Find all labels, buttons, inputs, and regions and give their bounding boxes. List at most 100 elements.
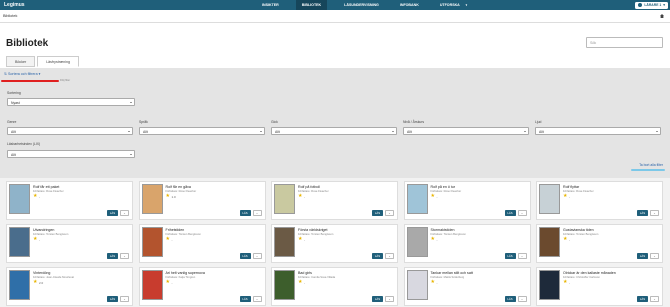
book-cover[interactable] — [406, 270, 428, 300]
book-card[interactable]: Vinterdöng Författare: Jean-Claude Mourle… — [6, 267, 133, 306]
more-options-button[interactable]: ⌄ — [517, 253, 527, 259]
book-cover[interactable] — [539, 184, 560, 214]
book-title[interactable]: Tankar mellan stilt och satt — [431, 271, 473, 275]
sort-filter-toggle[interactable]: ⇅ Sortera och filtrera ▾ — [4, 72, 40, 76]
read-button[interactable]: LÄS — [504, 296, 516, 302]
book-cover[interactable] — [9, 227, 30, 257]
book-title[interactable]: Utvandringen — [33, 228, 54, 232]
read-button[interactable]: LÄS — [637, 210, 648, 216]
more-options-button[interactable]: ⌄ — [385, 210, 394, 216]
book-title[interactable]: Rolf får en gåva — [166, 185, 191, 189]
nav-item-bibliotek[interactable]: BIBLIOTEK — [295, 0, 328, 10]
more-options-button[interactable]: ⌄ — [252, 253, 262, 259]
read-button[interactable]: LÄS — [372, 296, 383, 302]
more-options-button[interactable]: ⌄ — [650, 210, 659, 216]
more-options-button[interactable]: ⌄ — [385, 253, 394, 259]
filter-select[interactable]: Allt — [139, 127, 265, 135]
book-cover[interactable] — [274, 184, 295, 214]
more-options-button[interactable]: ⌄ — [385, 296, 394, 302]
user-menu-button[interactable]: LÄRARE 1 ▾ — [635, 1, 668, 9]
book-card[interactable]: Rolf på fotboll Författare: Rose Fleacher… — [271, 181, 398, 220]
book-card[interactable]: Bad girls Författare: Camila Sosa Villada… — [271, 267, 398, 306]
read-button[interactable]: LÄS — [107, 253, 118, 259]
book-card[interactable]: Gustavianska tiden Författare: Torsten Be… — [536, 224, 663, 263]
read-button[interactable]: LÄS — [372, 253, 383, 259]
book-title[interactable]: Rolf på en ö tur — [431, 185, 456, 189]
nav-item-insikter[interactable]: INSIKTER — [258, 0, 283, 10]
book-card[interactable]: Rolf får en gåva Författare: Rose Fleache… — [138, 181, 266, 220]
top-navigation-bar: Legimus INSIKTER BIBLIOTEK LÄSUNDERVISNING… — [0, 0, 670, 10]
more-options-button[interactable]: ⌄ — [650, 253, 659, 259]
book-cover[interactable] — [141, 184, 163, 214]
book-title[interactable]: Rolf får ett paket — [33, 185, 59, 189]
read-button[interactable]: LÄS — [107, 210, 118, 216]
read-button[interactable]: LÄS — [239, 210, 251, 216]
read-button[interactable]: LÄS — [504, 210, 516, 216]
book-card[interactable]: Rolf flyttar Författare: Rose Fleacher ★ - L… — [536, 181, 663, 220]
book-title[interactable]: Ari helt vanlig supernova — [166, 271, 205, 275]
book-card[interactable]: Frihetstiden Författare: Torsten Bengtsso… — [138, 224, 266, 263]
book-title[interactable]: Rolf flyttar — [563, 185, 579, 189]
book-cover[interactable] — [274, 270, 295, 300]
book-cover[interactable] — [539, 227, 560, 257]
book-cover[interactable] — [539, 270, 560, 300]
book-card[interactable]: Olrickar är den kallaste månaden Författa… — [536, 267, 663, 306]
lix-select[interactable]: Allt — [7, 150, 135, 158]
more-options-button[interactable]: ⌄ — [252, 296, 262, 302]
read-button[interactable]: LÄS — [107, 296, 118, 302]
book-title[interactable]: Stormaktstiden — [431, 228, 455, 232]
book-title[interactable]: Vinterdöng — [33, 271, 50, 275]
read-button[interactable]: LÄS — [239, 253, 251, 259]
more-options-button[interactable]: ⌄ — [650, 296, 659, 302]
more-options-button[interactable]: ⌄ — [120, 296, 129, 302]
app-logo[interactable]: Legimus — [4, 2, 25, 8]
book-title[interactable]: Gustavianska tiden — [563, 228, 594, 232]
more-options-button[interactable]: ⌄ — [517, 296, 527, 302]
filter-select[interactable]: Allt — [7, 127, 133, 135]
more-options-button[interactable]: ⌄ — [120, 210, 129, 216]
book-title[interactable]: Bad girls — [298, 271, 312, 275]
book-card[interactable]: Tankar mellan stilt och satt Författare: … — [403, 267, 531, 306]
breadcrumb[interactable]: Bibliotek — [3, 14, 17, 18]
sort-select[interactable]: Nyast — [7, 98, 135, 106]
book-card[interactable]: Utvandringen Författare: Torsten Bengtsso… — [6, 224, 133, 263]
book-card[interactable]: Rolf får ett paket Författare: Rose Fleac… — [6, 181, 133, 220]
tab-reading-training[interactable]: Läsfrystræning — [37, 56, 79, 67]
book-cover[interactable] — [141, 227, 163, 257]
more-options-button[interactable]: ⌄ — [252, 210, 262, 216]
book-cover[interactable] — [406, 184, 428, 214]
read-button[interactable]: LÄS — [637, 296, 648, 302]
tab-books[interactable]: Böcker — [6, 56, 36, 67]
book-rating: - — [39, 238, 40, 242]
filter-hint[interactable]: Dölj filter — [60, 79, 70, 82]
filter-select[interactable]: Allt — [403, 127, 529, 135]
book-cover[interactable] — [9, 270, 30, 300]
read-button[interactable]: LÄS — [372, 210, 383, 216]
read-button[interactable]: LÄS — [239, 296, 251, 302]
book-cover[interactable] — [274, 227, 295, 257]
book-card[interactable]: Första världskriget Författare: Torsten B… — [271, 224, 398, 263]
book-card[interactable]: Rolf på en ö tur Författare: Rose Fleache… — [403, 181, 531, 220]
nav-item-infobank[interactable]: INFOBANK — [396, 0, 423, 10]
filter-select[interactable]: Allt — [271, 127, 397, 135]
book-cover[interactable] — [406, 227, 428, 257]
more-options-button[interactable]: ⌄ — [517, 210, 527, 216]
read-button[interactable]: LÄS — [504, 253, 516, 259]
nav-item-läsundervisning[interactable]: LÄSUNDERVISNING — [340, 0, 383, 10]
home-icon[interactable] — [660, 14, 664, 18]
book-title[interactable]: Olrickar är den kallaste månaden — [563, 271, 616, 275]
filter-select[interactable]: Allt — [535, 127, 661, 135]
book-cover[interactable] — [9, 184, 30, 214]
chevron-down-icon — [260, 131, 262, 132]
search-input[interactable]: Sök — [586, 37, 663, 48]
book-cover[interactable] — [141, 270, 163, 300]
clear-filters-link[interactable]: Ta bort alla filter — [639, 163, 663, 167]
more-options-button[interactable]: ⌄ — [120, 253, 129, 259]
book-title[interactable]: Frihetstiden — [166, 228, 185, 232]
book-title[interactable]: Första världskriget — [298, 228, 328, 232]
book-card[interactable]: Stormaktstiden Författare: Torsten Bengts… — [403, 224, 531, 263]
book-card[interactable]: Ari helt vanlig supernova Författare: Kat… — [138, 267, 266, 306]
book-title[interactable]: Rolf på fotboll — [298, 185, 320, 189]
nav-item-utforska[interactable]: UTFORSKA ▾ — [436, 0, 471, 10]
read-button[interactable]: LÄS — [637, 253, 648, 259]
